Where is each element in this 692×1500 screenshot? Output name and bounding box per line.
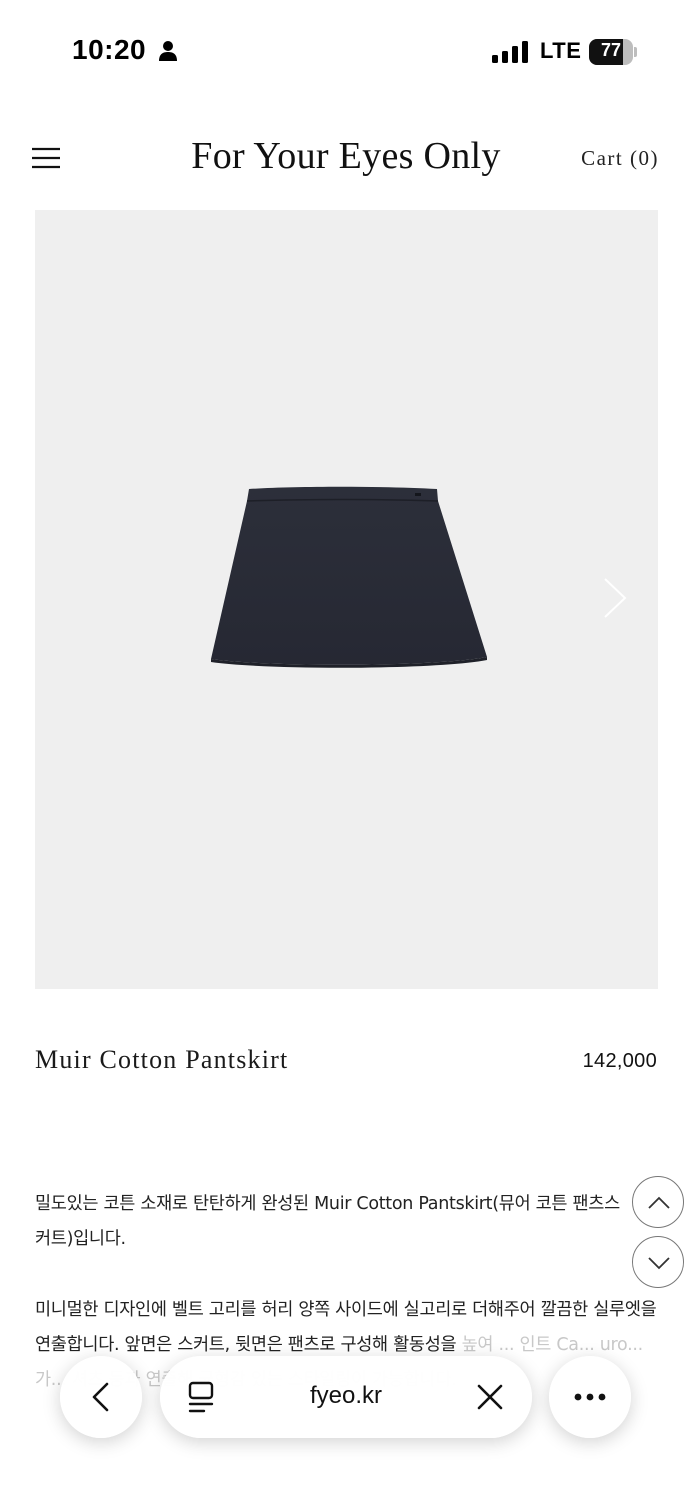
chevron-right-icon <box>604 578 627 618</box>
scroll-up-button[interactable] <box>632 1176 684 1228</box>
cart-link[interactable]: Cart (0) <box>581 146 659 171</box>
person-icon <box>159 41 177 61</box>
chevron-down-icon <box>648 1257 670 1270</box>
status-bar: 10:20 LTE 77 <box>0 0 692 100</box>
menu-button[interactable] <box>26 140 66 176</box>
more-icon <box>574 1393 606 1401</box>
next-image-button[interactable] <box>595 576 631 620</box>
close-icon[interactable] <box>476 1383 504 1411</box>
product-description-paragraph: 밀도있는 코튼 소재로 탄탄하게 완성된 Muir Cotton Pantski… <box>35 1194 620 1249</box>
site-header: For Your Eyes Only Cart (0) <box>0 120 692 196</box>
network-type: LTE <box>540 38 582 63</box>
product-name: Muir Cotton Pantskirt <box>35 1045 289 1074</box>
signal-icon <box>492 41 528 63</box>
address-bar[interactable]: fyeo.kr <box>160 1356 532 1438</box>
product-price: 142,000 <box>582 1050 657 1072</box>
skirt-photo <box>211 486 487 668</box>
chevron-left-icon <box>92 1382 109 1412</box>
battery-icon: 77 <box>589 39 637 65</box>
hamburger-menu-icon <box>32 147 60 169</box>
chevron-up-icon <box>648 1196 670 1209</box>
status-time: 10:20 <box>72 34 147 65</box>
battery-level: 77 <box>600 40 622 60</box>
product-image <box>35 210 658 989</box>
browser-back-button[interactable] <box>60 1356 142 1438</box>
scroll-down-button[interactable] <box>632 1236 684 1288</box>
more-options-button[interactable] <box>549 1356 631 1438</box>
